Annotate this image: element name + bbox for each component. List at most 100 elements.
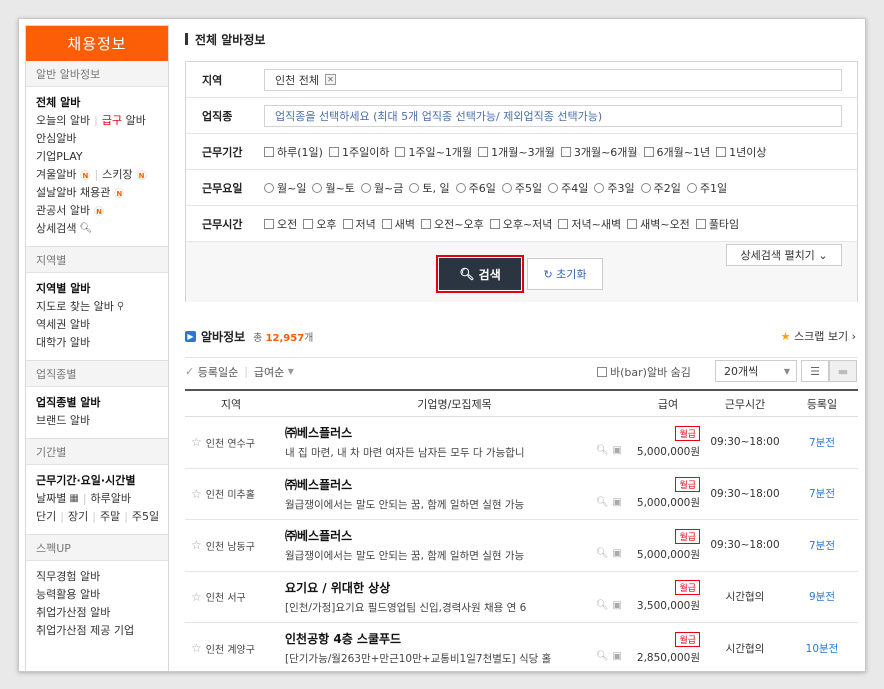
sidebar-item-university[interactable]: 대학가 알바: [36, 334, 168, 352]
star-outline-icon[interactable]: ☆: [191, 435, 202, 449]
checkbox[interactable]: [478, 146, 489, 157]
checkbox[interactable]: [560, 146, 571, 157]
period-option[interactable]: 6개월~1년: [643, 144, 710, 160]
bar-hide-toggle[interactable]: 바(bar)알바 숨김: [597, 364, 691, 380]
radio[interactable]: [686, 182, 697, 193]
day-option[interactable]: 주1일: [686, 180, 727, 196]
job-title[interactable]: [단기가능/월263만+만근10만+교통비1일7천별도] 식당 홀: [285, 651, 555, 666]
time-option[interactable]: 풀타임: [695, 216, 739, 232]
table-row[interactable]: ☆ 인천 남동구 ㈜베스플러스 월급쟁이에서는 말도 안되는 꿈, 함께 일하면 실…: [185, 520, 858, 572]
radio[interactable]: [312, 182, 323, 193]
sidebar-item-region[interactable]: 지역별 알바: [36, 280, 168, 298]
radio[interactable]: [264, 182, 274, 193]
sidebar-title[interactable]: 채용정보: [26, 26, 168, 61]
job-field[interactable]: 업직종을 선택하세요 (최대 5개 업직종 선택가능/ 제외업직종 선택가능): [264, 104, 842, 127]
sidebar-item-long[interactable]: 장기: [68, 508, 88, 526]
radio[interactable]: [594, 182, 605, 193]
sidebar-item-public[interactable]: 관공서 알바 N: [36, 202, 168, 220]
sidebar-item-seollal[interactable]: 설날알바 채용관 N: [36, 184, 168, 202]
sidebar-item-urgent[interactable]: 급구: [102, 112, 122, 130]
list-view-button[interactable]: ☰: [801, 360, 829, 382]
radio[interactable]: [455, 182, 466, 193]
time-option[interactable]: 새벽~오전: [627, 216, 690, 232]
job-title[interactable]: 내 집 마련, 내 차 마련 여자든 남자든 모두 다 가능합니: [285, 445, 555, 460]
day-option[interactable]: 주2일: [640, 180, 681, 196]
sidebar-item-5days[interactable]: 주5일: [132, 508, 159, 526]
period-option[interactable]: 1년이상: [716, 144, 766, 160]
radio[interactable]: [501, 182, 512, 193]
sidebar-item-all[interactable]: 전체 알바: [36, 94, 168, 112]
sidebar-item-experience[interactable]: 직무경험 알바: [36, 568, 168, 586]
day-option[interactable]: 월~금: [360, 180, 403, 196]
time-option[interactable]: 저녁: [342, 216, 376, 232]
checkbox[interactable]: [627, 218, 638, 229]
checkbox[interactable]: [395, 146, 406, 157]
per-page-select[interactable]: 20개씩 ▼: [715, 360, 797, 382]
time-option[interactable]: 오전: [264, 216, 297, 232]
sidebar-item-detail-search[interactable]: 상세검색 🔍︎: [36, 220, 168, 238]
sidebar-item-weekend[interactable]: 주말: [100, 508, 120, 526]
remove-icon[interactable]: ✕: [324, 74, 336, 85]
job-title[interactable]: [인천/가정]요기요 필드영업팀 신입,경력사원 채용 연 6: [285, 600, 555, 615]
sidebar-item-date-link[interactable]: 날짜별: [36, 490, 66, 508]
sidebar-item-short[interactable]: 단기: [36, 508, 56, 526]
period-option[interactable]: 3개월~6개월: [560, 144, 638, 160]
sidebar-item-brand[interactable]: 브랜드 알바: [36, 412, 168, 430]
checkbox[interactable]: [421, 218, 431, 229]
checkbox[interactable]: [695, 218, 706, 229]
preview-icons[interactable]: 🔍︎▣: [596, 651, 626, 662]
checkbox[interactable]: [643, 146, 654, 157]
period-option[interactable]: 1주일이하: [328, 144, 389, 160]
sidebar-item-ski[interactable]: 스키장: [102, 166, 132, 184]
day-option[interactable]: 주6일: [455, 180, 496, 196]
day-option[interactable]: 월~토: [312, 180, 355, 196]
sidebar-item-winter[interactable]: 겨울알바 N | 스키장 N: [36, 166, 168, 184]
job-title[interactable]: 월급쟁이에서는 말도 안되는 꿈, 함께 일하면 실현 가능: [285, 548, 555, 563]
period-option[interactable]: 1개월~3개월: [478, 144, 555, 160]
sort-wage[interactable]: 급여순: [254, 364, 284, 380]
sidebar-item-jobtype[interactable]: 업직종별 알바: [36, 394, 168, 412]
star-outline-icon[interactable]: ☆: [191, 590, 202, 604]
sidebar-item-period[interactable]: 근무기간·요일·시간별: [36, 472, 168, 490]
sidebar-item-ability[interactable]: 능력활용 알바: [36, 586, 168, 604]
expand-detail-button[interactable]: 상세검색 펼치기 ⌄: [726, 244, 842, 266]
scrap-view-link[interactable]: ★ 스크랩 보기 ›: [781, 328, 856, 344]
radio[interactable]: [360, 182, 371, 193]
day-option[interactable]: 월~일: [264, 180, 306, 196]
sidebar-item-today[interactable]: 오늘의 알바 | 급구 알바: [36, 112, 168, 130]
sidebar-item-company-play[interactable]: 기업PLAY: [36, 148, 168, 166]
period-option[interactable]: 하루(1일): [264, 144, 323, 160]
period-option[interactable]: 1주일~1개월: [395, 144, 472, 160]
search-button[interactable]: 🔍︎ 검색: [436, 255, 524, 293]
sidebar-item-station[interactable]: 역세권 알바: [36, 316, 168, 334]
sidebar-item-oneday[interactable]: 하루알바: [91, 490, 131, 508]
star-outline-icon[interactable]: ☆: [191, 538, 202, 552]
preview-icons[interactable]: 🔍︎▣: [596, 600, 626, 611]
company-name[interactable]: ㈜베스플러스: [285, 527, 632, 544]
radio[interactable]: [409, 182, 420, 193]
reset-button[interactable]: ↻ 초기화: [527, 258, 603, 290]
checkbox[interactable]: [328, 146, 339, 157]
checkbox[interactable]: [303, 218, 314, 229]
company-name[interactable]: ㈜베스플러스: [285, 476, 632, 493]
checkbox[interactable]: [716, 146, 727, 157]
radio[interactable]: [640, 182, 651, 193]
checkbox[interactable]: [264, 218, 274, 229]
sidebar-item-bonus-company[interactable]: 취업가산점 제공 기업: [36, 622, 168, 640]
checkbox[interactable]: [381, 218, 392, 229]
checkbox[interactable]: [264, 146, 274, 157]
star-outline-icon[interactable]: ☆: [191, 487, 202, 501]
time-option[interactable]: 오후: [303, 216, 337, 232]
checkbox[interactable]: [558, 218, 569, 229]
table-row[interactable]: ☆ 인천 서구 요기요 / 위대한 상상 [인천/가정]요기요 필드영업팀 신입,경…: [185, 572, 858, 623]
sidebar-item-safe[interactable]: 안심알바: [36, 130, 168, 148]
job-title[interactable]: 월급쟁이에서는 말도 안되는 꿈, 함께 일하면 실현 가능: [285, 497, 555, 512]
sidebar-item-map[interactable]: 지도로 찾는 알바 ⚲: [36, 298, 168, 316]
table-row[interactable]: ☆ 인천 계양구 인천공항 4층 스쿨푸드 [단기가능/월263만+만근10만+교통…: [185, 623, 858, 671]
company-name[interactable]: 인천공항 4층 스쿨푸드: [285, 630, 632, 647]
time-option[interactable]: 오후~저녁: [489, 216, 552, 232]
preview-icons[interactable]: 🔍︎▣: [596, 548, 626, 559]
checkbox[interactable]: [342, 218, 353, 229]
preview-icons[interactable]: 🔍︎▣: [596, 445, 626, 456]
radio[interactable]: [548, 182, 559, 193]
